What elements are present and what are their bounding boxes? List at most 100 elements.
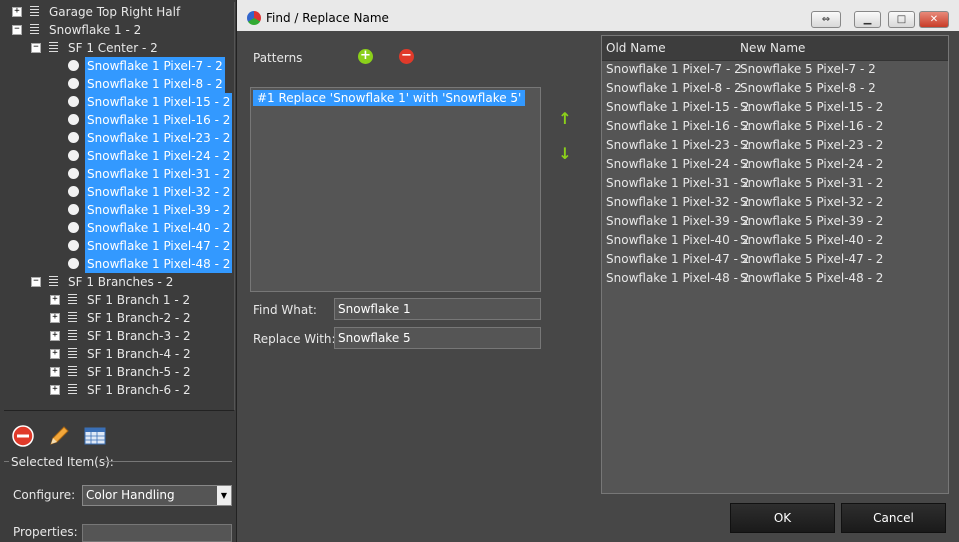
tree-item-group[interactable]: + SF 1 Branch-6 - 2 <box>4 381 230 399</box>
tree-item-pixel[interactable]: Snowflake 1 Pixel-47 - 2 <box>4 237 233 255</box>
expand-icon[interactable]: + <box>50 331 60 341</box>
configure-select[interactable]: Color Handling ▼ <box>82 485 232 506</box>
old-name-cell[interactable]: Snowflake 1 Pixel-31 - 2 <box>606 174 749 193</box>
edit-pencil-icon[interactable] <box>47 424 71 448</box>
expand-icon[interactable]: + <box>50 313 60 323</box>
tree-item-label: Snowflake 1 Pixel-8 - 2 <box>85 75 225 93</box>
new-name-cell[interactable]: Snowflake 5 Pixel-32 - 2 <box>740 193 883 212</box>
dropdown-arrow-icon[interactable]: ▼ <box>217 486 231 505</box>
tree-item-pixel[interactable]: Snowflake 1 Pixel-24 - 2 <box>4 147 233 165</box>
old-name-cell[interactable]: Snowflake 1 Pixel-39 - 2 <box>606 212 749 231</box>
grid-icon[interactable] <box>83 424 107 448</box>
old-name-cell[interactable]: Snowflake 1 Pixel-32 - 2 <box>606 193 749 212</box>
group-node-icon <box>49 276 58 287</box>
old-name-cell[interactable]: Snowflake 1 Pixel-47 - 2 <box>606 250 749 269</box>
new-name-cell[interactable]: Snowflake 5 Pixel-31 - 2 <box>740 174 883 193</box>
project-tree[interactable]: + Garage Top Right Half − Snowflake 1 - 2− S… <box>4 2 235 411</box>
tree-item-pixel[interactable]: Snowflake 1 Pixel-40 - 2 <box>4 219 233 237</box>
app-icon <box>247 11 261 25</box>
tree-item-group[interactable]: − Snowflake 1 - 2 <box>4 21 230 39</box>
remove-pattern-button[interactable]: − <box>399 49 414 64</box>
rename-preview-grid[interactable]: Old Name New Name Snowflake 1 Pixel-7 - … <box>601 35 949 494</box>
tree-item-pixel[interactable]: Snowflake 1 Pixel-32 - 2 <box>4 183 233 201</box>
tree-item-pixel[interactable]: Snowflake 1 Pixel-16 - 2 <box>4 111 233 129</box>
pixel-node-icon <box>68 204 79 215</box>
tree-item-pixel[interactable]: Snowflake 1 Pixel-39 - 2 <box>4 201 233 219</box>
expand-icon[interactable]: + <box>50 295 60 305</box>
tree-item-pixel[interactable]: Snowflake 1 Pixel-23 - 2 <box>4 129 233 147</box>
resize-icon[interactable]: ⇔ <box>811 11 841 28</box>
pixel-node-icon <box>68 168 79 179</box>
close-button[interactable]: ✕ <box>919 11 949 28</box>
old-name-cell[interactable]: Snowflake 1 Pixel-15 - 2 <box>606 98 749 117</box>
replace-with-input[interactable]: Snowflake 5 <box>334 327 541 349</box>
expand-icon[interactable]: + <box>50 367 60 377</box>
tree-item-group[interactable]: + SF 1 Branch-3 - 2 <box>4 327 230 345</box>
collapse-icon[interactable]: − <box>12 25 22 35</box>
tree-item-group[interactable]: − SF 1 Branches - 2 <box>4 273 230 291</box>
new-name-cell[interactable]: Snowflake 5 Pixel-23 - 2 <box>740 136 883 155</box>
old-name-cell[interactable]: Snowflake 1 Pixel-48 - 2 <box>606 269 749 288</box>
pixel-node-icon <box>68 150 79 161</box>
pixel-node-icon <box>68 186 79 197</box>
tree-item-group[interactable]: + SF 1 Branch-2 - 2 <box>4 309 230 327</box>
move-down-icon[interactable]: ↓ <box>558 145 572 163</box>
column-header-old-name[interactable]: Old Name <box>606 41 666 55</box>
expand-icon[interactable]: + <box>50 349 60 359</box>
tree-item-pixel[interactable]: Snowflake 1 Pixel-15 - 2 <box>4 93 233 111</box>
tree-item-label: Snowflake 1 Pixel-16 - 2 <box>85 111 233 129</box>
old-name-cell[interactable]: Snowflake 1 Pixel-23 - 2 <box>606 136 749 155</box>
expand-icon[interactable]: + <box>50 385 60 395</box>
tree-item-pixel[interactable]: Snowflake 1 Pixel-31 - 2 <box>4 165 233 183</box>
pattern-list[interactable]: #1 Replace 'Snowflake 1' with 'Snowflake… <box>250 87 541 292</box>
tree-item-label: Snowflake 1 Pixel-15 - 2 <box>85 93 233 111</box>
old-name-cell[interactable]: Snowflake 1 Pixel-24 - 2 <box>606 155 749 174</box>
collapse-icon[interactable]: − <box>31 43 41 53</box>
new-name-cell[interactable]: Snowflake 5 Pixel-8 - 2 <box>740 79 876 98</box>
tree-item-pixel[interactable]: Snowflake 1 Pixel-48 - 2 <box>4 255 233 273</box>
group-node-icon <box>68 348 77 359</box>
new-name-cell[interactable]: Snowflake 5 Pixel-40 - 2 <box>740 231 883 250</box>
tree-item-group[interactable]: + Garage Top Right Half <box>4 3 230 21</box>
old-name-cell[interactable]: Snowflake 1 Pixel-16 - 2 <box>606 117 749 136</box>
tree-item-group[interactable]: − SF 1 Center - 2 <box>4 39 230 57</box>
old-name-cell[interactable]: Snowflake 1 Pixel-8 - 2 <box>606 79 742 98</box>
maximize-button[interactable]: □ <box>888 11 915 28</box>
tree-item-pixel[interactable]: Snowflake 1 Pixel-7 - 2 <box>4 57 230 75</box>
new-name-cell[interactable]: Snowflake 5 Pixel-48 - 2 <box>740 269 883 288</box>
configure-label: Configure: <box>13 488 76 502</box>
column-header-new-name[interactable]: New Name <box>740 41 805 55</box>
tree-item-group[interactable]: + SF 1 Branch-5 - 2 <box>4 363 230 381</box>
tree-item-label: Snowflake 1 Pixel-7 - 2 <box>85 57 225 75</box>
add-pattern-button[interactable]: + <box>358 49 373 64</box>
tree-item-label: Snowflake 1 Pixel-48 - 2 <box>85 255 233 273</box>
move-up-icon[interactable]: ↑ <box>558 110 572 128</box>
expand-icon[interactable]: + <box>12 7 22 17</box>
minimize-button[interactable]: ▁ <box>854 11 881 28</box>
dialog-titlebar[interactable]: Find / Replace Name ⇔ ▁ □ ✕ <box>237 0 959 31</box>
new-name-cell[interactable]: Snowflake 5 Pixel-24 - 2 <box>740 155 883 174</box>
new-name-cell[interactable]: Snowflake 5 Pixel-47 - 2 <box>740 250 883 269</box>
group-node-icon <box>30 6 39 17</box>
new-name-cell[interactable]: Snowflake 5 Pixel-15 - 2 <box>740 98 883 117</box>
new-name-cell[interactable]: Snowflake 5 Pixel-16 - 2 <box>740 117 883 136</box>
collapse-icon[interactable]: − <box>31 277 41 287</box>
remove-icon[interactable] <box>11 424 35 448</box>
old-name-cell[interactable]: Snowflake 1 Pixel-7 - 2 <box>606 60 742 79</box>
ok-button[interactable]: OK <box>730 503 835 533</box>
pixel-node-icon <box>68 240 79 251</box>
tree-item-group[interactable]: + SF 1 Branch-4 - 2 <box>4 345 230 363</box>
new-name-cell[interactable]: Snowflake 5 Pixel-39 - 2 <box>740 212 883 231</box>
find-what-input[interactable]: Snowflake 1 <box>334 298 541 320</box>
group-node-icon <box>68 366 77 377</box>
tree-item-label: Snowflake 1 Pixel-24 - 2 <box>85 147 233 165</box>
pattern-item[interactable]: #1 Replace 'Snowflake 1' with 'Snowflake… <box>253 90 526 106</box>
tree-item-group[interactable]: + SF 1 Branch 1 - 2 <box>4 291 230 309</box>
cancel-button[interactable]: Cancel <box>841 503 946 533</box>
selected-items-label: Selected Item(s): <box>11 455 114 469</box>
tree-item-pixel[interactable]: Snowflake 1 Pixel-8 - 2 <box>4 75 230 93</box>
old-name-cell[interactable]: Snowflake 1 Pixel-40 - 2 <box>606 231 749 250</box>
properties-box[interactable] <box>82 524 232 542</box>
pixel-node-icon <box>68 60 79 71</box>
new-name-cell[interactable]: Snowflake 5 Pixel-7 - 2 <box>740 60 876 79</box>
